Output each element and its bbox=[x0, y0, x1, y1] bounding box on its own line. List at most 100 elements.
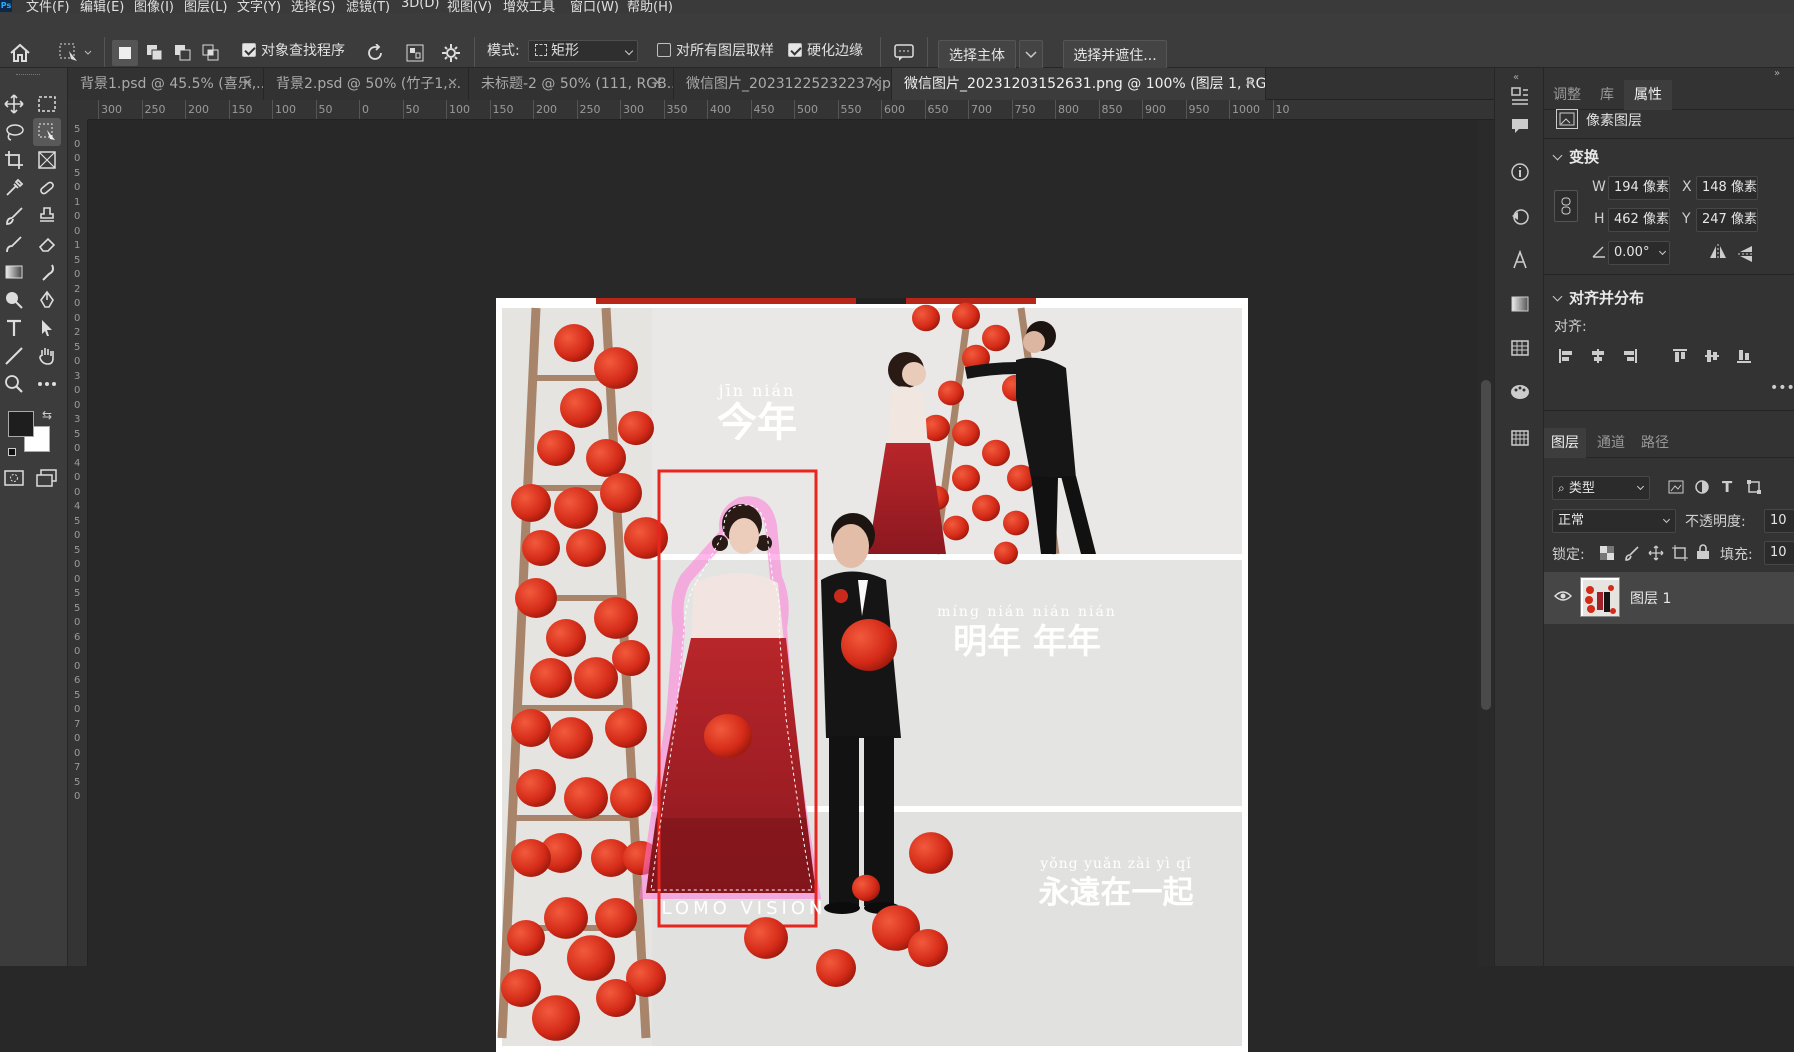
show-all-objects-icon[interactable] bbox=[402, 40, 428, 66]
select-subject-dropdown[interactable] bbox=[1019, 40, 1043, 70]
opacity-field[interactable]: 10 bbox=[1764, 509, 1794, 533]
rectangular-marquee-tool-icon[interactable] bbox=[33, 90, 61, 118]
character-panel-icon[interactable] bbox=[1506, 246, 1534, 274]
close-icon[interactable]: ✕ bbox=[652, 68, 663, 100]
eraser-tool-icon[interactable] bbox=[33, 230, 61, 258]
lock-position-icon[interactable] bbox=[1648, 545, 1664, 565]
gear-icon[interactable] bbox=[438, 40, 464, 66]
filter-adjustment-icon[interactable] bbox=[1694, 479, 1710, 499]
tab-libraries[interactable]: 库 bbox=[1590, 80, 1624, 110]
frame-tool-icon[interactable] bbox=[33, 146, 61, 174]
object-selection-tool-preset-icon[interactable] bbox=[55, 39, 95, 67]
clone-stamp-tool-icon[interactable] bbox=[33, 202, 61, 230]
select-subject-button[interactable]: 选择主体 bbox=[938, 40, 1016, 70]
patterns-panel-icon[interactable] bbox=[1506, 378, 1534, 406]
align-left-icon[interactable] bbox=[1558, 348, 1574, 368]
info-panel-icon[interactable] bbox=[1506, 158, 1534, 186]
angle-field[interactable]: 0.00° bbox=[1608, 241, 1670, 265]
lock-all-icon[interactable] bbox=[1696, 544, 1710, 564]
canvas-area[interactable]: jīn nián 今年 míng nián nián nián 明年 年年 yǒ… bbox=[88, 120, 1478, 1052]
tab-background2[interactable]: 背景2.psd @ 50% (竹子1,... ✕ bbox=[264, 68, 469, 100]
new-selection-icon[interactable] bbox=[112, 40, 138, 66]
actions-panel-icon[interactable] bbox=[1506, 202, 1534, 230]
lock-image-icon[interactable] bbox=[1624, 545, 1640, 565]
tab-channels[interactable]: 通道 bbox=[1590, 428, 1632, 458]
intersect-selection-icon[interactable] bbox=[198, 40, 224, 66]
menu-plugins[interactable]: 增效工具 bbox=[503, 0, 555, 13]
menu-filter[interactable]: 滤镜(T) bbox=[346, 0, 390, 13]
lock-artboard-icon[interactable] bbox=[1672, 545, 1688, 565]
select-and-mask-button[interactable]: 选择并遮住... bbox=[1063, 40, 1167, 70]
y-field[interactable]: 247 像素 bbox=[1696, 208, 1758, 232]
tab-layers[interactable]: 图层 bbox=[1544, 428, 1586, 458]
tab-adjustments[interactable]: 调整 bbox=[1544, 80, 1590, 110]
scrollbar-thumb[interactable] bbox=[1481, 380, 1491, 710]
more-tools-icon[interactable] bbox=[33, 370, 61, 398]
hard-edge-checkbox[interactable] bbox=[788, 43, 802, 57]
fill-field[interactable]: 10 bbox=[1764, 541, 1794, 565]
default-colors-icon[interactable] bbox=[8, 448, 16, 456]
swatches-panel-icon[interactable] bbox=[1506, 334, 1534, 362]
tab-background1[interactable]: 背景1.psd @ 45.5% (喜乐,... ✕ bbox=[68, 68, 264, 100]
quick-mask-icon[interactable] bbox=[0, 464, 28, 492]
object-finder-checkbox[interactable] bbox=[242, 43, 256, 57]
swap-colors-icon[interactable]: ⇆ bbox=[42, 408, 52, 422]
tab-properties[interactable]: 属性 bbox=[1624, 80, 1672, 110]
height-field[interactable]: 462 像素 bbox=[1608, 208, 1670, 232]
filter-shape-icon[interactable] bbox=[1746, 480, 1762, 498]
mode-dropdown[interactable]: 矩形 bbox=[528, 40, 638, 62]
feedback-icon[interactable] bbox=[891, 40, 917, 66]
menu-help[interactable]: 帮助(H) bbox=[627, 0, 673, 13]
history-brush-tool-icon[interactable] bbox=[0, 230, 28, 258]
menu-image[interactable]: 图像(I) bbox=[134, 0, 174, 13]
move-tool-icon[interactable] bbox=[0, 90, 28, 118]
blend-mode-dropdown[interactable]: 正常 bbox=[1552, 509, 1676, 533]
type-tool-icon[interactable] bbox=[0, 314, 28, 342]
object-selection-tool-icon[interactable] bbox=[33, 118, 61, 146]
menu-file[interactable]: 文件(F) bbox=[26, 0, 70, 13]
flip-vertical-icon[interactable] bbox=[1738, 244, 1754, 268]
vertical-scrollbar[interactable] bbox=[1478, 120, 1494, 966]
tab-untitled2[interactable]: 未标题-2 @ 50% (111, RGB... ✕ bbox=[469, 68, 674, 100]
refresh-icon[interactable] bbox=[362, 40, 388, 66]
align-top-icon[interactable] bbox=[1672, 348, 1688, 368]
transform-section-head[interactable]: 变换 bbox=[1554, 146, 1599, 167]
eyedropper-tool-icon[interactable] bbox=[0, 174, 28, 202]
zoom-tool-icon[interactable] bbox=[0, 370, 28, 398]
tab-wechat-image1[interactable]: 微信图片_20231225232237.jpg ✕ bbox=[674, 68, 892, 100]
close-icon[interactable]: ✕ bbox=[1244, 68, 1255, 100]
sample-all-layers-checkbox[interactable] bbox=[657, 43, 671, 57]
flip-horizontal-icon[interactable] bbox=[1708, 244, 1728, 264]
menu-view[interactable]: 视图(V) bbox=[447, 0, 492, 13]
more-options-icon[interactable]: ••• bbox=[1770, 380, 1794, 396]
line-tool-icon[interactable] bbox=[0, 342, 28, 370]
close-icon[interactable]: ✕ bbox=[447, 68, 458, 100]
lasso-tool-icon[interactable] bbox=[0, 118, 28, 146]
subtract-from-selection-icon[interactable] bbox=[170, 40, 196, 66]
tab-wechat-image2[interactable]: 微信图片_20231203152631.png @ 100% (图层 1, RG… bbox=[892, 68, 1266, 100]
home-icon[interactable] bbox=[8, 41, 32, 65]
comments-panel-icon[interactable] bbox=[1506, 112, 1534, 140]
close-icon[interactable]: ✕ bbox=[870, 68, 881, 100]
dodge-tool-icon[interactable] bbox=[0, 286, 28, 314]
expand-icon[interactable]: » bbox=[1774, 68, 1780, 79]
tab-paths[interactable]: 路径 bbox=[1634, 428, 1676, 458]
healing-brush-tool-icon[interactable] bbox=[33, 174, 61, 202]
align-center-h-icon[interactable] bbox=[1590, 348, 1606, 368]
align-section-head[interactable]: 对齐并分布 bbox=[1554, 287, 1644, 308]
menu-select[interactable]: 选择(S) bbox=[291, 0, 335, 13]
smudge-tool-icon[interactable] bbox=[33, 258, 61, 286]
filter-pixel-icon[interactable] bbox=[1668, 480, 1684, 498]
document-canvas[interactable]: jīn nián 今年 míng nián nián nián 明年 年年 yǒ… bbox=[496, 298, 1248, 1052]
align-right-icon[interactable] bbox=[1622, 348, 1638, 368]
menu-type[interactable]: 文字(Y) bbox=[237, 0, 281, 13]
menu-3d[interactable]: 3D(D) bbox=[401, 0, 439, 11]
close-icon[interactable]: ✕ bbox=[242, 68, 253, 100]
layer-filter-dropdown[interactable]: ⌕ 类型 bbox=[1552, 476, 1650, 500]
path-selection-tool-icon[interactable] bbox=[33, 314, 61, 342]
hand-tool-icon[interactable] bbox=[33, 342, 61, 370]
history-panel-icon[interactable] bbox=[1506, 82, 1534, 110]
menu-window[interactable]: 窗口(W) bbox=[570, 0, 619, 13]
x-field[interactable]: 148 像素 bbox=[1696, 176, 1758, 200]
grid-panel-icon[interactable] bbox=[1506, 424, 1534, 452]
